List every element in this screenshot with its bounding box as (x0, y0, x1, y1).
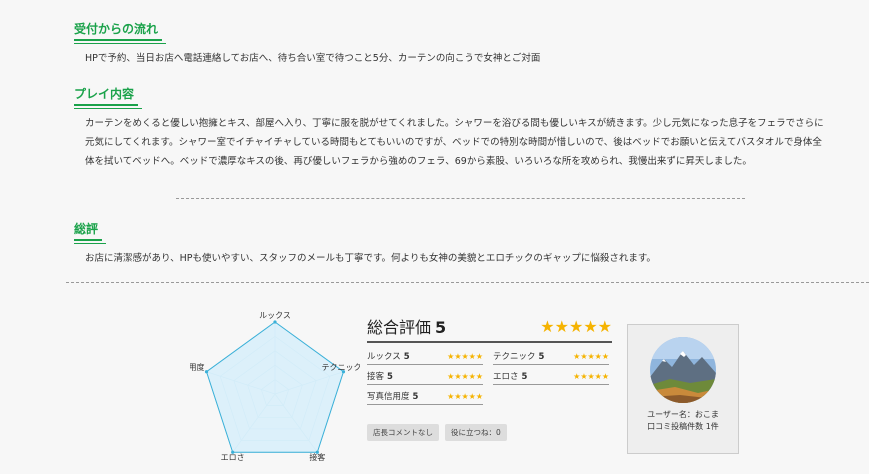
rating-technique: テクニック 5 ★★★★★ (493, 350, 609, 365)
divider-inner (176, 198, 745, 199)
section-summary: 総評 お店に清潔感があり、HPも使いやすい、スタッフのメールも丁寧です。何よりも… (74, 218, 830, 268)
rating-looks: ルックス 5 ★★★★★ (367, 350, 483, 365)
radar-label: ルックス (259, 311, 291, 320)
radar-point (273, 320, 277, 324)
section-flow: 受付からの流れ HPで予約、当日お店へ電話連絡してお店へ、待ち合い室で待つこと5… (74, 18, 830, 68)
user-name: ユーザー名：おこま (647, 410, 719, 419)
user-card: ユーザー名：おこま 口コミ投稿件数 1件 (627, 324, 739, 454)
section-title-flow: 受付からの流れ (74, 20, 167, 44)
radar-chart: ルックステクニック接客 エロさ 写真信用度 (190, 311, 360, 462)
section-play: プレイ内容 カーテンをめくると優しい抱擁とキス、部屋へ入り、丁寧に服を脱がせてく… (74, 83, 830, 171)
overall-stars: ★★★★★ (540, 316, 612, 336)
overall-rating: 総合評価 5 ★★★★★ (367, 314, 612, 343)
radar-label: テクニック (321, 363, 360, 372)
section-text-flow: HPで予約、当日お店へ電話連絡してお店へ、待ち合い室で待つこと5分、カーテンの向… (85, 53, 541, 64)
section-title-summary: 総評 (74, 220, 107, 244)
score-panel: 総合評価 5 ★★★★★ ルックス 5 ★★★★★ テクニック 5 ★★★★★ 接客 5… (367, 314, 612, 410)
sub-ratings: ルックス 5 ★★★★★ テクニック 5 ★★★★★ 接客 5 ★★★★★ エロさ 5 … (367, 350, 612, 410)
radar-point (204, 370, 209, 374)
divider-outer (66, 282, 869, 283)
user-post-count: 口コミ投稿件数 1件 (647, 422, 719, 431)
radar-label: エロさ (221, 453, 245, 462)
section-text-play: カーテンをめくると優しい抱擁とキス、部屋へ入り、丁寧に服を脱がせてくれました。シ… (85, 118, 824, 167)
radar-shape (205, 321, 345, 453)
rating-photo: 写真信用度 5 ★★★★★ (367, 390, 483, 405)
rating-photo-stars: ★★★★★ (447, 391, 483, 401)
avatar[interactable] (650, 337, 716, 403)
rating-service-stars: ★★★★★ (447, 371, 483, 381)
section-text-summary: お店に清潔感があり、HPも使いやすい、スタッフのメールも丁寧です。何よりも女神の… (85, 253, 656, 264)
rating-erotic-stars: ★★★★★ (573, 371, 609, 381)
overall-rating-text: 総合評価 5 (367, 318, 447, 337)
rating-erotic: エロさ 5 ★★★★★ (493, 370, 609, 385)
rating-service: 接客 5 ★★★★★ (367, 370, 483, 385)
badge-row: 店長コメントなし 役に立つね：0 (367, 424, 507, 441)
radar-label: 写真信用度 (190, 362, 205, 372)
section-title-play: プレイ内容 (74, 85, 143, 109)
helpful-button[interactable]: 役に立つね：0 (445, 424, 507, 441)
shop-comment-badge: 店長コメントなし (367, 424, 439, 441)
mountain-photo-icon (650, 337, 716, 403)
rating-technique-stars: ★★★★★ (573, 351, 609, 361)
radar-label: 接客 (309, 452, 325, 462)
rating-looks-stars: ★★★★★ (447, 351, 483, 361)
